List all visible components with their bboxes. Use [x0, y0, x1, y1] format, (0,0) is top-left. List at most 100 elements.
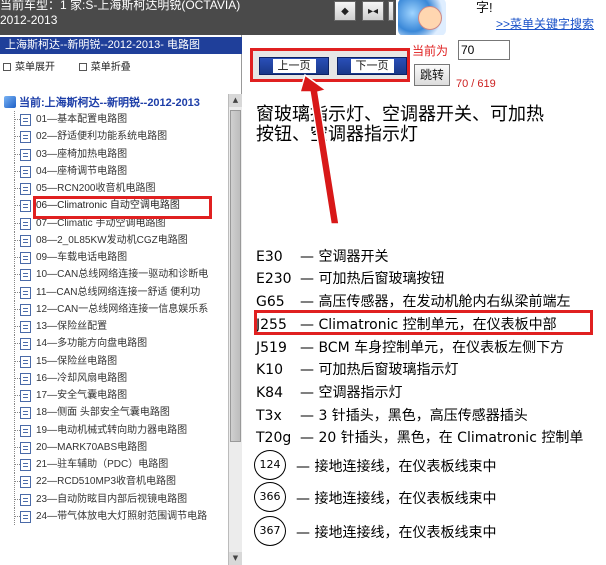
tree-item[interactable]: 03—座椅加热电路图 — [14, 145, 228, 163]
scroll-down-arrow-icon[interactable]: ▼ — [229, 552, 242, 565]
jump-button[interactable]: 跳转 — [414, 64, 450, 86]
tree-item[interactable]: 23—自动防眩目内部后视镜电路图 — [14, 490, 228, 508]
page-number-input[interactable] — [458, 40, 510, 60]
document-icon — [20, 200, 31, 213]
tree-item[interactable]: 01—基本配置电路图 — [14, 111, 228, 128]
legend-highlight — [254, 310, 593, 335]
tree-item[interactable]: 05—RCN200收音机电路图 — [14, 180, 228, 197]
fit-width-icon[interactable]: ▸◂ — [362, 1, 384, 21]
tree-item[interactable]: 10—CAN总线网络连接一驱动和诊断电 — [14, 266, 228, 284]
document-icon — [20, 476, 31, 489]
document-icon — [20, 355, 31, 368]
document-icon — [20, 459, 31, 471]
tree-item-label: 17—安全气囊电路图 — [36, 390, 128, 401]
tree-item[interactable]: 14—多功能方向盘电路图 — [14, 335, 228, 353]
tree-item-label: 08—2_0L85KW发动机CGZ电路图 — [36, 234, 188, 246]
collapse-icon — [78, 63, 87, 72]
document-icon — [20, 303, 31, 316]
tree-root-label: 当前:上海斯柯达--新明锐--2012-2013 — [19, 97, 200, 109]
component-desc: — 20 针插头，黑色，在 Climatronic 控制单 — [300, 430, 584, 446]
tree-item[interactable]: 11—CAN总线网络连接一舒适 便利功 — [14, 283, 228, 301]
document-icon — [20, 441, 31, 454]
document-icon — [20, 493, 31, 506]
current-page-label: 当前为 — [412, 44, 449, 58]
tree-item-label: 13—保险丝配置 — [36, 321, 108, 332]
tree-item[interactable]: 15—保险丝电路图 — [14, 352, 228, 370]
tree-item[interactable]: 12—CAN一总线网络连接一信息娱乐系 — [14, 300, 228, 318]
tree-item[interactable]: 08—2_0L85KW发动机CGZ电路图 — [14, 231, 228, 249]
tree-item[interactable]: 13—保险丝配置 — [14, 318, 228, 335]
component-desc: — BCM 车身控制单元，在仪表板左侧下方 — [300, 340, 565, 356]
document-icon — [20, 390, 31, 402]
ground-desc: — 接地连接线，在仪表板线束中 — [296, 491, 497, 507]
prev-page-button[interactable]: 上一页 — [259, 57, 329, 75]
document-icon — [20, 165, 31, 178]
legend-row: E230 — 可加热后窗玻璃按钮 — [256, 268, 444, 288]
tree-item[interactable]: 20—MARK70ABS电路图 — [14, 438, 228, 456]
document-icon — [20, 269, 31, 282]
document-icon — [20, 217, 31, 230]
diagram-tree: 当前:上海斯柯达--新明锐--2012-2013 01—基本配置电路图 02—舒适… — [0, 94, 228, 565]
selected-item-highlight — [33, 196, 212, 219]
next-page-label: 下一页 — [350, 59, 394, 73]
document-icon — [20, 114, 31, 126]
tree-item[interactable]: 02—舒适便利功能系统电路图 — [14, 128, 228, 146]
component-code: J519 — [256, 340, 287, 356]
tree-item-label: 16—冷却风扇电路图 — [36, 372, 128, 384]
model-year-label: 2012-2013 — [0, 13, 58, 27]
top-header-bar: 当前车型：1 家:S-上海斯柯达明锐(OCTAVIA) 2012-2013 ◆ … — [0, 0, 606, 35]
tree-item[interactable]: 22—RCD510MP3收音机电路图 — [14, 473, 228, 491]
legend-row: K84 — 空调器指示灯 — [256, 382, 402, 402]
component-code: E230 — [256, 271, 292, 287]
tree-item[interactable]: 17—安全气囊电路图 — [14, 387, 228, 404]
diamond-icon[interactable]: ◆ — [334, 1, 356, 21]
tree-item[interactable]: 09—车载电话电路图 — [14, 249, 228, 266]
menu-keyword-search-link[interactable]: >>菜单关键字搜索 — [496, 15, 594, 32]
tree-item-label: 12—CAN一总线网络连接一信息娱乐系 — [36, 303, 209, 315]
tree-item-label: 03—座椅加热电路图 — [36, 148, 128, 160]
promo-text: 字! — [476, 0, 493, 15]
menu-collapse-label: 菜单折叠 — [90, 62, 131, 73]
document-icon — [20, 424, 31, 437]
tree-item[interactable]: 04—座椅调节电路图 — [14, 162, 228, 180]
menu-expand-button[interactable]: 菜单展开 — [3, 62, 55, 73]
tree-item[interactable]: 19—电动机械式转向助力器电路图 — [14, 421, 228, 439]
next-page-button[interactable]: 下一页 — [337, 57, 407, 75]
scroll-thumb[interactable] — [230, 110, 241, 442]
document-icon — [20, 148, 31, 161]
toolbar-edge-icon[interactable] — [388, 1, 394, 21]
ground-point-circle: 366 — [254, 482, 286, 512]
tree-item-label: 22—RCD510MP3收音机电路图 — [36, 476, 177, 488]
menu-expand-label: 菜单展开 — [15, 62, 55, 73]
document-icon — [20, 286, 31, 299]
promo-graphic — [398, 0, 446, 35]
ground-point-circle: 367 — [254, 516, 286, 546]
tree-item[interactable]: 16—冷却风扇电路图 — [14, 369, 228, 387]
component-desc: — 可加热后窗玻璃指示灯 — [300, 362, 459, 378]
component-desc: — 空调器开关 — [300, 249, 389, 265]
document-icon — [20, 321, 31, 333]
promo-banner: 字! >>菜单关键字搜索 — [396, 0, 606, 35]
tree-root[interactable]: 当前:上海斯柯达--新明锐--2012-2013 — [4, 94, 200, 111]
ground-desc: — 接地连接线，在仪表板线束中 — [296, 525, 497, 541]
scroll-up-arrow-icon[interactable]: ▲ — [229, 94, 242, 107]
tree-item[interactable]: 21—驻车辅助（PDC）电路图 — [14, 456, 228, 473]
menu-collapse-button[interactable]: 菜单折叠 — [78, 62, 131, 73]
tree-item-label: 24—带气体放电大灯照射范围调节电路 — [36, 510, 208, 522]
tree-item-label: 14—多功能方向盘电路图 — [36, 338, 148, 350]
tree-scrollbar[interactable]: ▲ ▼ — [228, 94, 242, 565]
tree-item[interactable]: 18—侧面 头部安全气囊电路图 — [14, 404, 228, 422]
component-code: K10 — [256, 362, 283, 378]
legend-row: E30 — 空调器开关 — [256, 246, 388, 266]
tree-item-label: 23—自动防眩目内部后视镜电路图 — [36, 493, 188, 505]
tree-item-label: 10—CAN总线网络连接一驱动和诊断电 — [36, 269, 209, 281]
document-icon — [20, 234, 31, 247]
component-code: G65 — [256, 294, 285, 310]
left-panel-title: 上海斯柯达--新明锐--2012-2013- 电路图 — [0, 37, 242, 54]
tree-item[interactable]: 24—带气体放电大灯照射范围调节电路 — [14, 507, 228, 525]
folder-icon — [4, 96, 16, 108]
legend-row: K10 — 可加热后窗玻璃指示灯 — [256, 359, 458, 379]
document-icon — [20, 183, 31, 195]
tree-item-label: 05—RCN200收音机电路图 — [36, 183, 156, 194]
legend-row: T3x — 3 针插头，黑色，高压传感器插头 — [256, 405, 528, 425]
